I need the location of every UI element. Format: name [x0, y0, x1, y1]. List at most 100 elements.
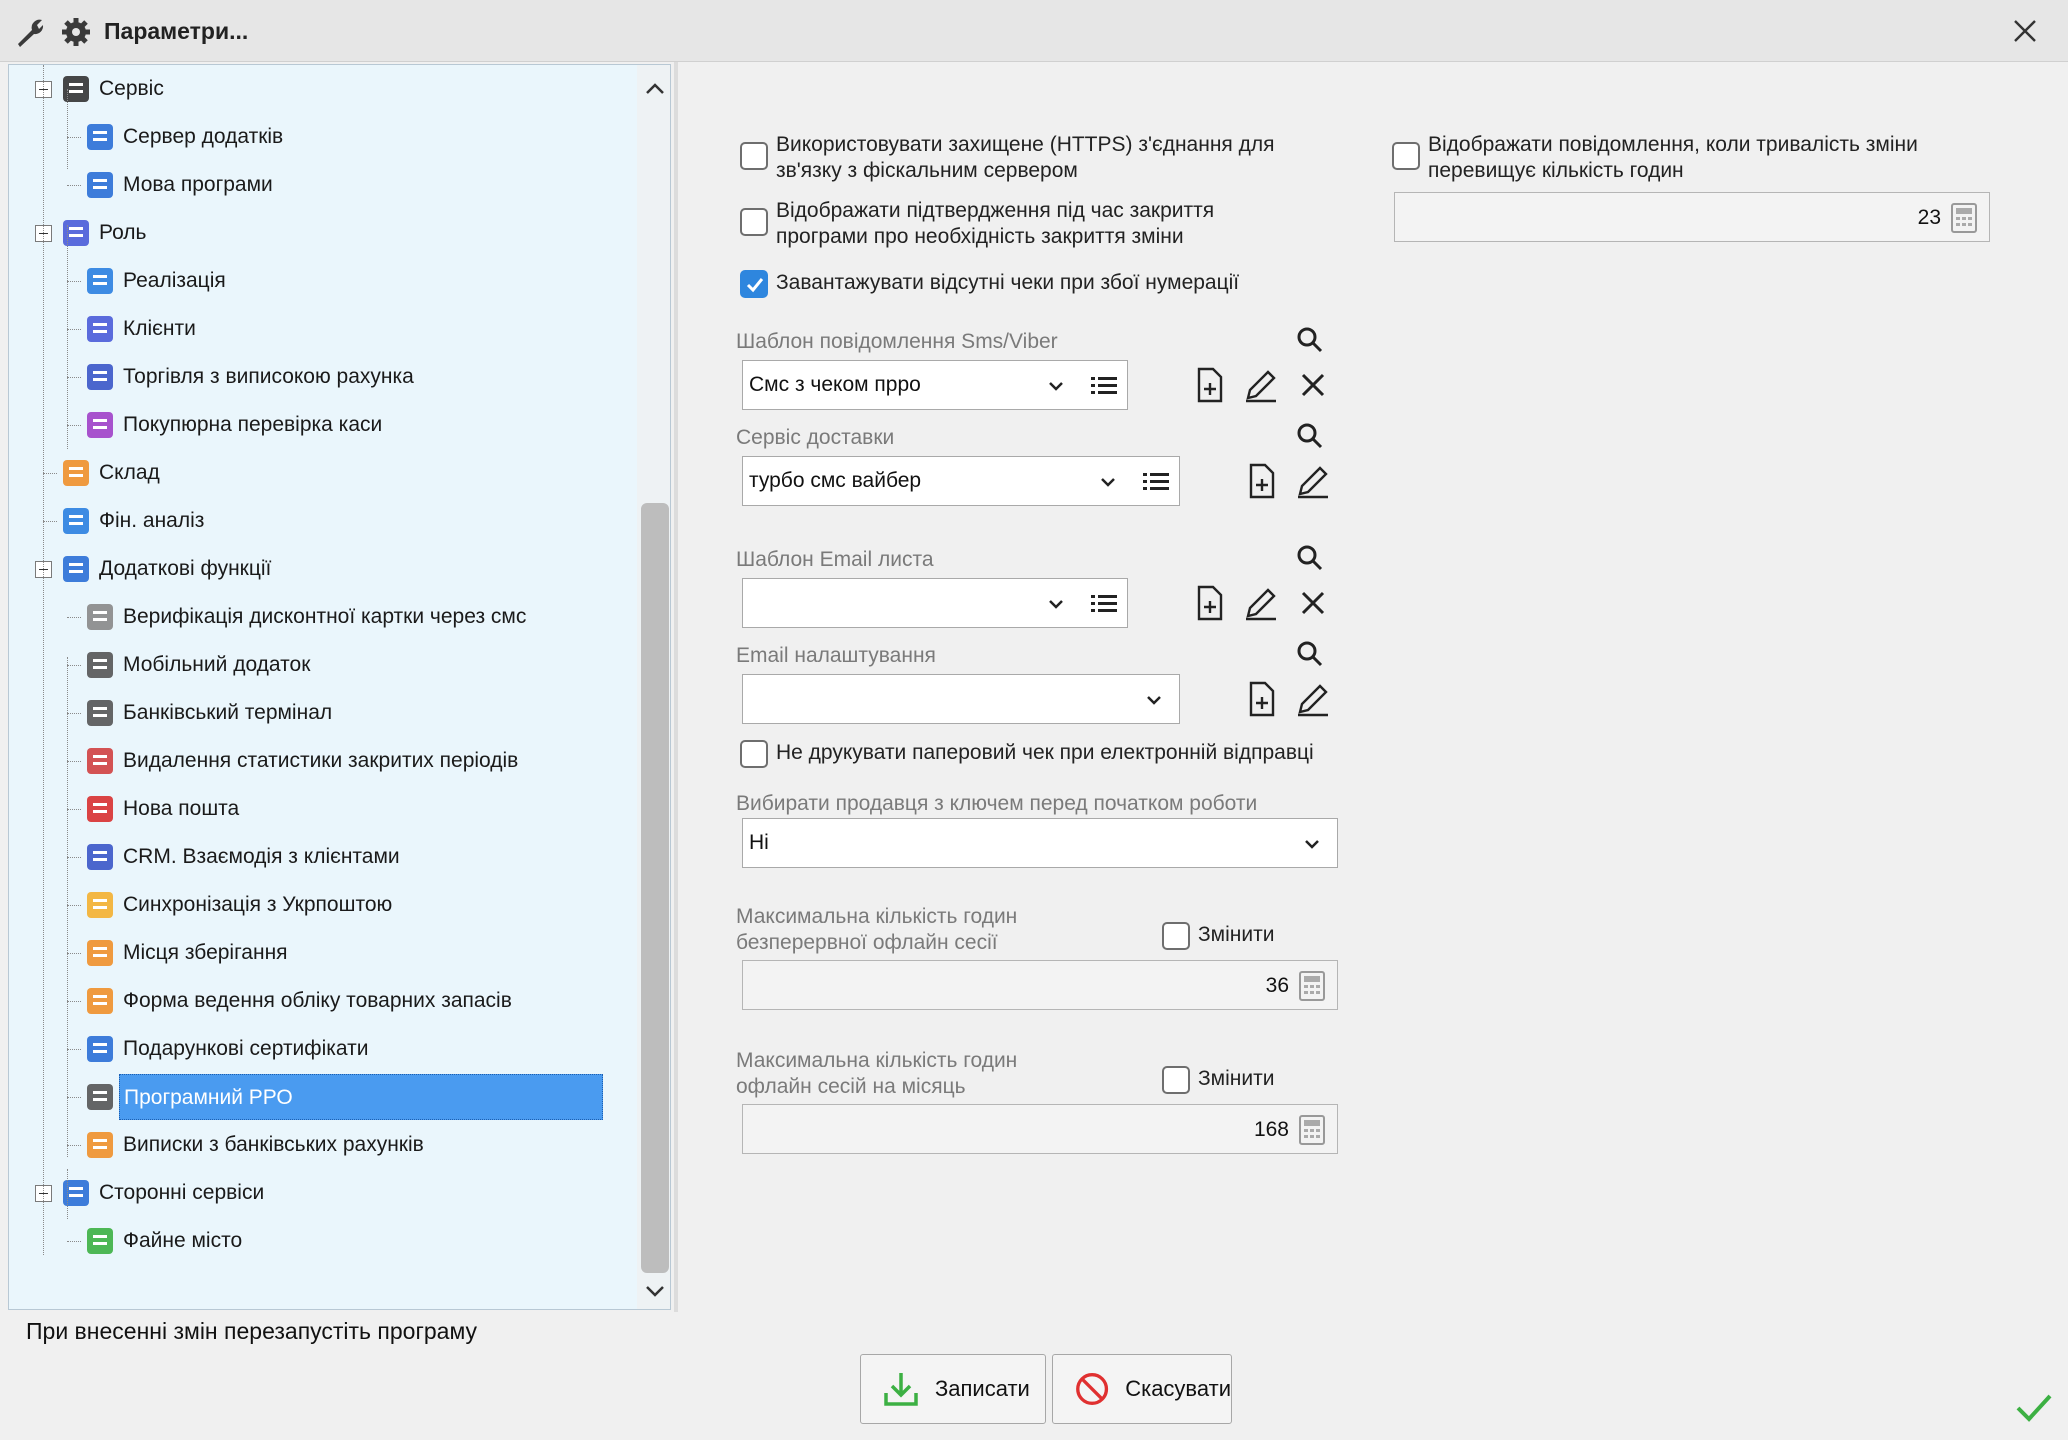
clear-x-icon[interactable]: [1294, 366, 1332, 404]
bank-card-icon: [87, 1132, 113, 1158]
max-monthly-label: Максимальна кількість годин офлайн сесій…: [736, 1048, 1017, 1100]
list-icon[interactable]: [1141, 469, 1171, 495]
search-icon[interactable]: [1294, 542, 1326, 574]
tree-item[interactable]: CRM. Взаємодія з клієнтами: [81, 835, 404, 879]
tree-item[interactable]: Додаткові функції: [57, 547, 275, 591]
crm-icon: [87, 844, 113, 870]
tree-item-label: CRM. Взаємодія з клієнтами: [123, 845, 400, 868]
tree-item[interactable]: Покупюрна перевірка каси: [81, 403, 386, 447]
shift-duration-field[interactable]: 23: [1394, 192, 1990, 242]
tree-item[interactable]: Роль: [57, 211, 151, 255]
tree-item[interactable]: Банківський термінал: [81, 691, 336, 735]
max-offline-field[interactable]: 36: [742, 960, 1338, 1010]
max-monthly-field[interactable]: 168: [742, 1104, 1338, 1154]
chevron-down-icon[interactable]: [1143, 689, 1165, 711]
sms-template-combo[interactable]: Смс з чеком прро: [742, 360, 1128, 410]
window-title: Параметри...: [104, 18, 249, 44]
save-button[interactable]: Записати: [860, 1354, 1046, 1424]
clear-x-icon[interactable]: [1294, 584, 1332, 622]
add-document-icon[interactable]: [1190, 366, 1228, 404]
tree-item[interactable]: Нова пошта: [81, 787, 243, 831]
tree-item[interactable]: Верифікація дисконтної картки через смс: [81, 595, 530, 639]
map-icon: [87, 1228, 113, 1254]
tree-connector: [43, 65, 44, 1255]
delivery-combo[interactable]: турбо смс вайбер: [742, 456, 1180, 506]
email-settings-label: Email налаштування: [736, 644, 936, 667]
edit-pencil-icon[interactable]: [1294, 680, 1332, 718]
tree-item[interactable]: Видалення статистики закритих періодів: [81, 739, 522, 783]
cancel-label: Скасувати: [1125, 1376, 1231, 1401]
tree-item[interactable]: Склад: [57, 451, 164, 495]
calculator-icon[interactable]: [1951, 203, 1977, 233]
chevron-down-icon[interactable]: [1097, 471, 1119, 493]
tree-item[interactable]: Торгівля з виписокою рахунка: [81, 355, 418, 399]
chevron-down-icon[interactable]: [1045, 593, 1067, 615]
calendar-delete-icon: [87, 748, 113, 774]
tree-item[interactable]: Реалізація: [81, 259, 230, 303]
tree-item-label: Місця зберігання: [123, 941, 288, 964]
seller-key-combo[interactable]: Ні: [742, 818, 1338, 868]
delivery-value: турбо смс вайбер: [749, 469, 922, 492]
tree-item[interactable]: Сервер додатків: [81, 115, 287, 159]
tree-item-label: Мова програми: [123, 173, 273, 196]
search-icon[interactable]: [1294, 324, 1326, 356]
tree-item[interactable]: Файне місто: [81, 1219, 246, 1263]
calculator-icon[interactable]: [1299, 1115, 1325, 1145]
tree-connector: [67, 1001, 81, 1002]
scrollbar-thumb[interactable]: [641, 503, 669, 1273]
load-missing-checkbox[interactable]: [740, 270, 768, 298]
tree-item-label: Мобільний додаток: [123, 653, 311, 676]
tree-item[interactable]: Фін. аналіз: [57, 499, 208, 543]
max-offline-change-checkbox[interactable]: [1162, 922, 1190, 950]
terminal-icon: [87, 700, 113, 726]
tree-item[interactable]: Сервіс: [57, 67, 168, 111]
tree-item[interactable]: Мова програми: [81, 163, 277, 207]
max-monthly-change-checkbox[interactable]: [1162, 1066, 1190, 1094]
scroll-down-icon[interactable]: [641, 1277, 669, 1305]
list-icon[interactable]: [1089, 373, 1119, 399]
search-icon[interactable]: [1294, 638, 1326, 670]
tree-item-label: Програмний РРО: [119, 1074, 603, 1120]
add-document-icon[interactable]: [1242, 462, 1280, 500]
tree-item[interactable]: Місця зберігання: [81, 931, 292, 975]
cancel-circle-icon: [1076, 1373, 1109, 1405]
search-icon[interactable]: [1294, 420, 1326, 452]
calculator-icon[interactable]: [1299, 971, 1325, 1001]
scroll-up-icon[interactable]: [641, 75, 669, 103]
add-document-icon[interactable]: [1190, 584, 1228, 622]
tree-item[interactable]: Синхронізація з Укрпоштою: [81, 883, 396, 927]
confirm-close-checkbox[interactable]: [740, 208, 768, 236]
add-document-icon[interactable]: [1242, 680, 1280, 718]
tree-item[interactable]: Програмний РРО: [81, 1074, 603, 1120]
tree-item[interactable]: Мобільний додаток: [81, 643, 314, 687]
tree-item-label: Реалізація: [123, 269, 226, 292]
tree-item[interactable]: Подарункові сертифікати: [81, 1027, 372, 1071]
tree-item[interactable]: Клієнти: [81, 307, 200, 351]
tree-item[interactable]: Сторонні сервіси: [57, 1171, 268, 1215]
settings-tree[interactable]: Сервіс Сервер додатків Мова програми Роль Ре…: [8, 64, 671, 1310]
no-paper-checkbox[interactable]: [740, 740, 768, 768]
tree-item-label: Виписки з банківських рахунків: [123, 1133, 424, 1156]
chevron-down-icon[interactable]: [1045, 375, 1067, 397]
email-template-combo[interactable]: [742, 578, 1128, 628]
tree-item[interactable]: Форма ведення обліку товарних запасів: [81, 979, 516, 1023]
email-settings-combo[interactable]: [742, 674, 1180, 724]
edit-pencil-icon[interactable]: [1242, 366, 1280, 404]
warehouse-icon: [87, 940, 113, 966]
restart-note: При внесенні змін перезапустіть програму: [26, 1318, 478, 1344]
tree-item-label: Сторонні сервіси: [99, 1181, 265, 1204]
edit-pencil-icon[interactable]: [1294, 462, 1332, 500]
shift-duration-checkbox[interactable]: [1392, 142, 1420, 170]
layers-icon: [63, 460, 89, 486]
confirm-close-line1: Відображати підтвердження під час закрит…: [776, 199, 1215, 222]
tree-item[interactable]: Виписки з банківських рахунків: [81, 1123, 428, 1167]
tree-connector: [43, 473, 57, 474]
phone-sms-icon: [87, 604, 113, 630]
list-icon[interactable]: [1089, 591, 1119, 617]
edit-pencil-icon[interactable]: [1242, 584, 1280, 622]
close-icon[interactable]: [2008, 14, 2042, 48]
https-checkbox[interactable]: [740, 142, 768, 170]
cancel-button[interactable]: Скасувати: [1052, 1354, 1232, 1424]
finance-chart-icon: [63, 508, 89, 534]
chevron-down-icon[interactable]: [1301, 833, 1323, 855]
